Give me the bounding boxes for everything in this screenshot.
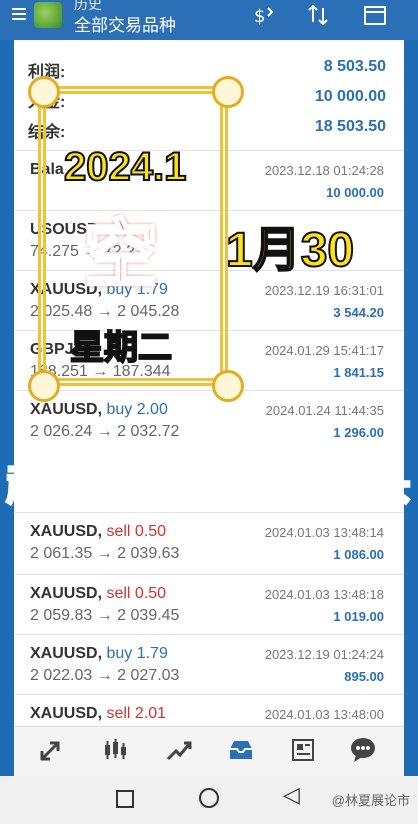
summary-value: 18 503.50: [314, 118, 386, 135]
trade-row[interactable]: XAUUSD, sell 2.01 2024.01.03 13:48:00: [14, 694, 404, 726]
trade-row[interactable]: XAUUSD, buy 2.00 2 026.24 → 2 032.72 202…: [14, 390, 404, 451]
overlay-year: 2024.1: [63, 144, 187, 190]
summary-value: 8 503.50: [323, 58, 386, 75]
screen: 历史 全部交易品种 $ 利润: 8 503.50 入金: 10 000.00 结…: [0, 0, 418, 824]
trade-time: 2024.01.29 15:41:17: [264, 343, 384, 358]
summary-profit: 利润: 8 503.50: [14, 52, 404, 82]
chat-icon[interactable]: [346, 735, 380, 767]
deposit-icon[interactable]: $: [250, 2, 276, 34]
svg-text:$: $: [254, 6, 265, 27]
frame-corner-ornament: [28, 76, 60, 108]
trade-prices: 2 059.83 → 2 039.45: [30, 607, 180, 624]
menu-icon[interactable]: [12, 8, 26, 20]
app-logo: [34, 2, 62, 28]
trade-profit: 895.00: [344, 669, 384, 684]
frame-corner-ornament: [28, 370, 60, 402]
trade-prices: 2 026.24 → 2 032.72: [30, 423, 180, 440]
left-border: [0, 0, 14, 824]
trade-row[interactable]: XAUUSD, sell 0.50 2 059.83 → 2 039.45 20…: [14, 574, 404, 635]
calendar-icon[interactable]: [362, 2, 388, 34]
trade-symbol: XAUUSD, buy 1.79: [30, 645, 168, 662]
trade-row[interactable]: XAUUSD, sell 0.50 2 061.35 → 2 039.63 20…: [14, 512, 404, 573]
history-icon[interactable]: [224, 735, 258, 767]
trade-symbol: XAUUSD, sell 0.50: [30, 523, 167, 540]
page-title[interactable]: 全部交易品种: [74, 11, 176, 36]
overlay-short-char: 空: [83, 212, 160, 298]
overlay-headline: 超级周博弈加空空头: [5, 459, 412, 511]
bottom-toolbar: [14, 726, 404, 777]
system-navbar: ◁ @林夏展论市: [0, 776, 418, 824]
trade-profit: 1 019.00: [333, 609, 384, 624]
news-icon[interactable]: [286, 735, 320, 767]
trade-symbol: XAUUSD, sell 0.50: [30, 585, 167, 602]
trade-prices: 2 061.35 → 2 039.63: [30, 545, 180, 562]
overlay-weekday: 星期二: [69, 328, 173, 368]
trade-symbol: XAUUSD, sell 2.01: [30, 705, 167, 722]
trade-time: 2024.01.03 13:48:18: [264, 587, 384, 602]
summary-value: 10 000.00: [314, 88, 386, 105]
right-border: [404, 0, 418, 824]
trade-prices: 2 022.03 → 2 027.03: [30, 667, 180, 684]
trade-profit: 1 086.00: [333, 547, 384, 562]
trade-profit: 1 296.00: [333, 425, 384, 440]
sort-icon[interactable]: [305, 2, 331, 34]
app-topbar: 历史 全部交易品种 $: [0, 0, 418, 40]
trade-icon[interactable]: [162, 735, 196, 767]
chart-icon[interactable]: [98, 735, 132, 767]
back-button[interactable]: ◁: [283, 782, 300, 808]
trade-symbol: XAUUSD, buy 2.00: [30, 401, 168, 418]
trade-profit: 1 841.15: [333, 365, 384, 380]
trade-time: 2023.12.18 01:24:28: [264, 163, 384, 178]
trade-row[interactable]: XAUUSD, buy 1.79 2 022.03 → 2 027.03 202…: [14, 634, 404, 695]
trade-profit: 10 000.00: [326, 185, 384, 200]
frame-corner-ornament: [212, 76, 244, 108]
recents-button[interactable]: [116, 790, 134, 808]
home-button[interactable]: [199, 788, 219, 808]
trade-time: 2023.12.19 16:31:01: [264, 283, 384, 298]
trade-time: 2024.01.24 11:44:35: [265, 403, 384, 418]
trade-time: 2024.01.03 13:48:00: [264, 707, 384, 722]
trade-time: 2023.12.19 01:24:24: [264, 647, 384, 662]
trade-time: 2024.01.03 13:48:14: [264, 525, 384, 540]
overlay-date: 1月30: [225, 223, 355, 278]
frame-corner-ornament: [212, 370, 244, 402]
trade-profit: 3 544.20: [333, 305, 384, 320]
watermark-text: @林夏展论市: [331, 793, 410, 808]
quotes-icon[interactable]: [34, 735, 68, 767]
